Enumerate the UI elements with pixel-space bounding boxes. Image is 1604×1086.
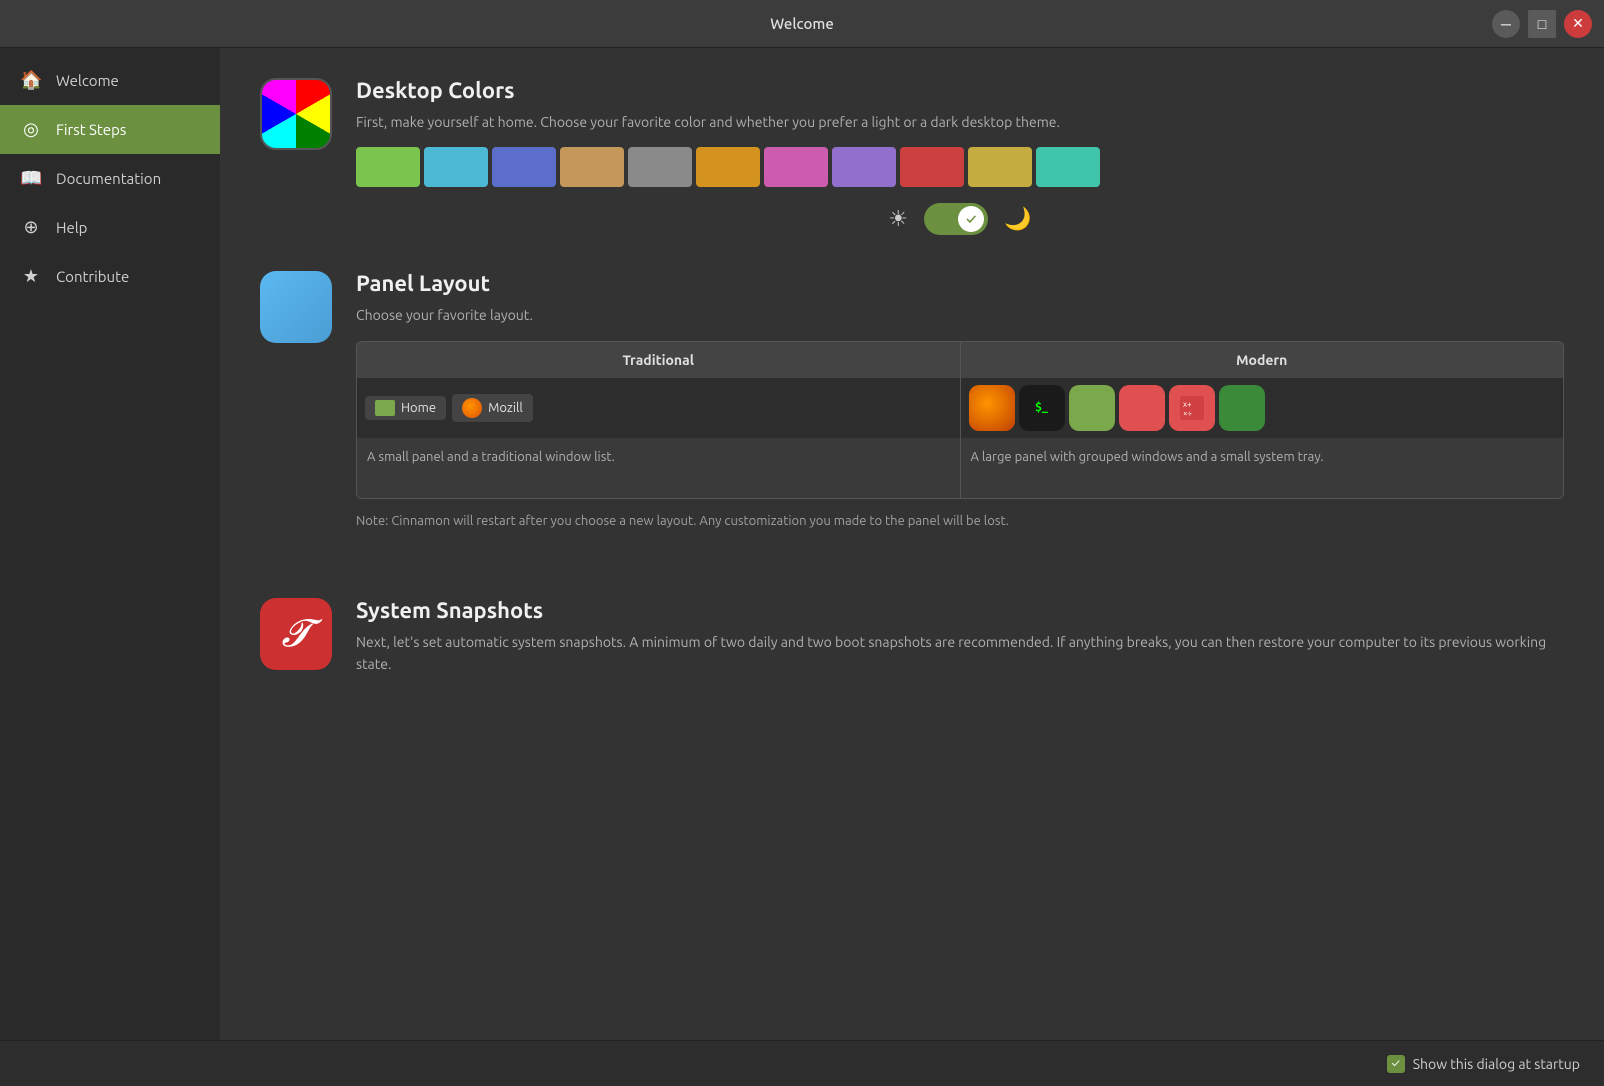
- color-swatch-orange[interactable]: [696, 147, 760, 187]
- svg-text:×÷: ×÷: [1183, 409, 1193, 418]
- color-swatch-purple[interactable]: [832, 147, 896, 187]
- modern-layout-option[interactable]: Modern $_ x+ ×÷: [960, 342, 1564, 498]
- sidebar-item-first-steps[interactable]: ◎ First Steps: [0, 105, 220, 154]
- panel-layout-note: Note: Cinnamon will restart after you ch…: [356, 511, 1564, 532]
- help-icon: ⊕: [20, 217, 42, 238]
- home-icon: 🏠: [20, 70, 42, 91]
- titlebar: Welcome ─ □ ✕: [0, 0, 1604, 48]
- sidebar: 🏠 Welcome ◎ First Steps 📖 Documentation …: [0, 48, 220, 1040]
- panel-layout-icon: [260, 271, 332, 343]
- startup-checkbox[interactable]: ✓ Show this dialog at startup: [1387, 1055, 1580, 1073]
- terminal-icon: $_: [1019, 385, 1065, 431]
- startup-label: Show this dialog at startup: [1413, 1056, 1580, 1072]
- sidebar-item-label: Welcome: [56, 72, 119, 89]
- color-swatch-tan[interactable]: [560, 147, 624, 187]
- panel-layout-content: Panel Layout Choose your favorite layout…: [356, 271, 1564, 561]
- documentation-icon: 📖: [20, 168, 42, 189]
- sun-icon: ☀: [888, 206, 908, 232]
- firefox-icon: [969, 385, 1015, 431]
- desktop-colors-content: Desktop Colors First, make yourself at h…: [356, 78, 1564, 235]
- panel-layout-section: Panel Layout Choose your favorite layout…: [260, 271, 1564, 561]
- sidebar-item-contribute[interactable]: ★ Contribute: [0, 252, 220, 301]
- sidebar-item-welcome[interactable]: 🏠 Welcome: [0, 56, 220, 105]
- home-label: Home: [401, 401, 436, 415]
- color-swatch-teal[interactable]: [1036, 147, 1100, 187]
- traditional-label: Traditional: [357, 342, 960, 378]
- maximize-button[interactable]: □: [1528, 10, 1556, 38]
- calc-icon: x+ ×÷: [1169, 385, 1215, 431]
- mozilla-label: Mozill: [488, 401, 523, 415]
- system-snapshots-section: 𝓣 System Snapshots Next, let's set autom…: [260, 598, 1564, 690]
- taskbar-mozilla-item: Mozill: [452, 394, 533, 422]
- taskbar-home-item: Home: [365, 396, 446, 420]
- desktop-colors-section: Desktop Colors First, make yourself at h…: [260, 78, 1564, 235]
- traditional-preview: Home Mozill: [357, 378, 960, 438]
- color-swatch-pink[interactable]: [764, 147, 828, 187]
- color-swatch-cyan[interactable]: [424, 147, 488, 187]
- files-icon: [1069, 385, 1115, 431]
- sidebar-item-documentation[interactable]: 📖 Documentation: [0, 154, 220, 203]
- system-snapshots-desc: Next, let's set automatic system snapsho…: [356, 631, 1564, 676]
- modern-preview: $_ x+ ×÷: [961, 378, 1564, 438]
- toggle-check-mark: ✓: [966, 211, 976, 227]
- sidebar-item-label: Help: [56, 219, 87, 236]
- color-wheel-icon: [260, 78, 332, 150]
- color-swatches: [356, 147, 1564, 187]
- app-body: 🏠 Welcome ◎ First Steps 📖 Documentation …: [0, 48, 1604, 1040]
- traditional-desc: A small panel and a traditional window l…: [357, 438, 960, 498]
- system-snapshots-title: System Snapshots: [356, 598, 1564, 623]
- layout-options: Traditional Home Mozill A small pane: [356, 341, 1564, 499]
- desktop-colors-desc: First, make yourself at home. Choose you…: [356, 111, 1564, 133]
- close-button[interactable]: ✕: [1564, 10, 1592, 38]
- color-swatch-gray[interactable]: [628, 147, 692, 187]
- modern-desc: A large panel with grouped windows and a…: [961, 438, 1564, 498]
- window-controls: ─ □ ✕: [1492, 10, 1592, 38]
- toggle-knob: ✓: [958, 206, 984, 232]
- system-snapshots-content: System Snapshots Next, let's set automat…: [356, 598, 1564, 690]
- sidebar-item-label: Documentation: [56, 170, 161, 187]
- theme-toggle-row: ☀ ✓ 🌙: [356, 203, 1564, 235]
- traditional-layout-option[interactable]: Traditional Home Mozill A small pane: [357, 342, 960, 498]
- folder-icon: [375, 400, 395, 416]
- dark-theme-toggle[interactable]: ✓: [924, 203, 988, 235]
- sidebar-item-label: Contribute: [56, 268, 129, 285]
- spreadsheet-icon: [1219, 385, 1265, 431]
- svg-text:x+: x+: [1183, 400, 1192, 409]
- star-icon: ★: [20, 266, 42, 287]
- sidebar-item-label: First Steps: [56, 121, 126, 138]
- snapshots-icon-label: 𝓣: [281, 612, 310, 656]
- main-content: Desktop Colors First, make yourself at h…: [220, 48, 1604, 1040]
- firefox-small-icon: [462, 398, 482, 418]
- footer: ✓ Show this dialog at startup: [0, 1040, 1604, 1086]
- first-steps-icon: ◎: [20, 119, 42, 140]
- desktop-colors-title: Desktop Colors: [356, 78, 1564, 103]
- color-swatch-red[interactable]: [900, 147, 964, 187]
- window-title: Welcome: [770, 15, 834, 32]
- snapshots-icon: 𝓣: [260, 598, 332, 670]
- minimize-button[interactable]: ─: [1492, 10, 1520, 38]
- color-swatch-blue[interactable]: [492, 147, 556, 187]
- calendar-icon: [1119, 385, 1165, 431]
- color-swatch-green[interactable]: [356, 147, 420, 187]
- panel-layout-title: Panel Layout: [356, 271, 1564, 296]
- moon-icon: 🌙: [1004, 206, 1031, 232]
- color-swatch-yellow[interactable]: [968, 147, 1032, 187]
- startup-check-icon: ✓: [1387, 1055, 1405, 1073]
- panel-layout-desc: Choose your favorite layout.: [356, 304, 1564, 326]
- modern-label: Modern: [961, 342, 1564, 378]
- sidebar-item-help[interactable]: ⊕ Help: [0, 203, 220, 252]
